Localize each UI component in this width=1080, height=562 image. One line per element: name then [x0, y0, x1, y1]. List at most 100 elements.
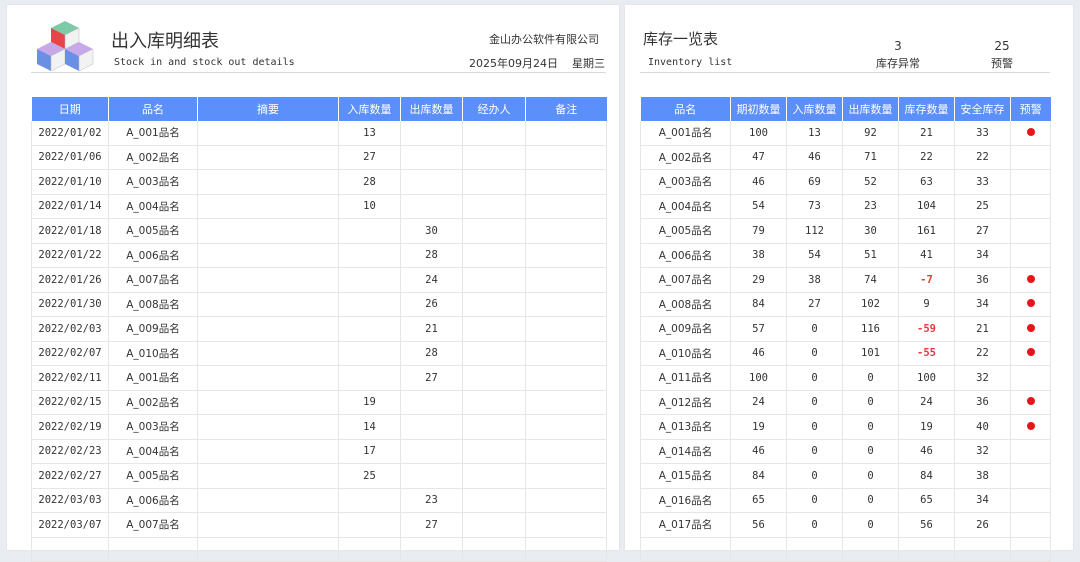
table-cell	[197, 243, 339, 268]
table-cell	[462, 218, 526, 244]
table-cell: 14	[338, 414, 401, 440]
table-cell: 34	[954, 243, 1011, 268]
column-header: 品名	[640, 97, 731, 121]
table-cell	[338, 218, 401, 244]
table-cell	[31, 537, 109, 562]
table-cell	[842, 537, 899, 562]
table-cell	[338, 365, 401, 391]
table-cell: 79	[730, 218, 787, 244]
table-cell: 9	[898, 292, 955, 317]
table-cell	[462, 169, 526, 195]
table-cell: 161	[898, 218, 955, 244]
company-name: 金山办公软件有限公司	[489, 33, 599, 46]
table-row: 2022/03/07 A_007品名 27	[31, 512, 607, 538]
table-row: 2022/01/18 A_005品名 30	[31, 218, 607, 244]
table-cell: 57	[730, 316, 787, 342]
red-dot-icon	[1026, 397, 1035, 406]
table-cell: 0	[842, 463, 899, 489]
table-cell: 100	[730, 365, 787, 391]
table-cell: 0	[786, 341, 843, 366]
column-header: 库存数量	[898, 97, 955, 121]
table-cell	[197, 390, 339, 415]
table-cell: 22	[954, 145, 1011, 170]
table-cell: A_014品名	[640, 439, 731, 464]
table-cell: 28	[400, 341, 463, 366]
table-cell: 13	[786, 121, 843, 146]
table-cell: 46	[730, 169, 787, 195]
table-cell: 26	[954, 512, 1011, 538]
table-cell: 2022/01/02	[31, 121, 109, 146]
table-row: 2022/02/11 A_001品名 27	[31, 365, 607, 391]
table-cell: A_001品名	[108, 365, 198, 391]
table-row: 2022/02/03 A_009品名 21	[31, 316, 607, 342]
table-cell: 21	[954, 316, 1011, 342]
table-cell	[462, 243, 526, 268]
table-cell: 22	[954, 341, 1011, 366]
table-cell	[400, 463, 463, 489]
table-cell: 112	[786, 218, 843, 244]
warning-cell	[1010, 341, 1051, 366]
table-cell: 24	[400, 267, 463, 293]
page-subtitle: Stock in and stock out details	[114, 57, 295, 68]
table-cell	[525, 439, 607, 464]
table-cell	[462, 488, 526, 513]
stock-detail-panel: 出入库明细表 Stock in and stock out details 金山…	[7, 5, 619, 562]
table-cell: 27	[338, 145, 401, 170]
table-cell: 63	[898, 169, 955, 195]
inventory-table: 品名 期初数量 入库数量 出库数量 库存数量 安全库存 预警 A_001品名 100 13 92 2…	[640, 97, 1051, 562]
table-cell: 38	[786, 267, 843, 293]
table-row: 2022/02/07 A_010品名 28	[31, 341, 607, 366]
table-cell: A_001品名	[640, 121, 731, 146]
table-row	[640, 537, 1051, 562]
table-cell: 54	[786, 243, 843, 268]
table-cell: 17	[338, 439, 401, 464]
column-header: 备注	[525, 97, 607, 121]
page-title: 出入库明细表	[111, 31, 219, 52]
table-cell: 2022/02/19	[31, 414, 109, 440]
table-cell	[400, 537, 463, 562]
table-cell: 2022/01/30	[31, 292, 109, 317]
table-cell	[462, 292, 526, 317]
report-weekday: 星期三	[572, 57, 605, 70]
table-cell: A_001品名	[108, 121, 198, 146]
table-cell	[786, 537, 843, 562]
table-cell: 0	[786, 488, 843, 513]
table-cell: 29	[730, 267, 787, 293]
table-cell	[197, 292, 339, 317]
table-cell	[462, 512, 526, 538]
table-cell	[400, 145, 463, 170]
table-cell	[525, 390, 607, 415]
table-row: A_002品名 47 46 71 22 22	[640, 145, 1051, 170]
table-row: A_013品名 19 0 0 19 40	[640, 414, 1051, 440]
table-cell: 27	[400, 365, 463, 391]
table-cell: 46	[898, 439, 955, 464]
table-cell: A_002品名	[108, 390, 198, 415]
table-cell	[197, 267, 339, 293]
table-cell	[197, 121, 339, 146]
table-cell: 46	[730, 439, 787, 464]
table-cell	[462, 439, 526, 464]
table-cell	[462, 145, 526, 170]
warning-cell	[1010, 194, 1051, 219]
table-cell: A_015品名	[640, 463, 731, 489]
table-cell	[898, 537, 955, 562]
table-cell	[462, 390, 526, 415]
table-cell: 73	[786, 194, 843, 219]
table-row: 2022/01/06 A_002品名 27	[31, 145, 607, 170]
table-cell: A_011品名	[640, 365, 731, 391]
table-cell: 100	[898, 365, 955, 391]
table-cell	[525, 194, 607, 219]
table-row: 2022/02/23 A_004品名 17	[31, 439, 607, 464]
table-cell: A_004品名	[108, 439, 198, 464]
table-cell	[338, 488, 401, 513]
warning-cell	[1010, 488, 1051, 513]
table-cell: 84	[898, 463, 955, 489]
table-cell: 2022/01/10	[31, 169, 109, 195]
table-cell: 71	[842, 145, 899, 170]
stock-detail-table: 日期 品名 摘要 入库数量 出库数量 经办人 备注 2022/01/02 A_001品名 13 2…	[31, 97, 607, 562]
table-cell: 41	[898, 243, 955, 268]
table-cell	[525, 243, 607, 268]
table-cell: 2022/02/11	[31, 365, 109, 391]
table-row: 2022/01/14 A_004品名 10	[31, 194, 607, 219]
table-cell: 22	[898, 145, 955, 170]
